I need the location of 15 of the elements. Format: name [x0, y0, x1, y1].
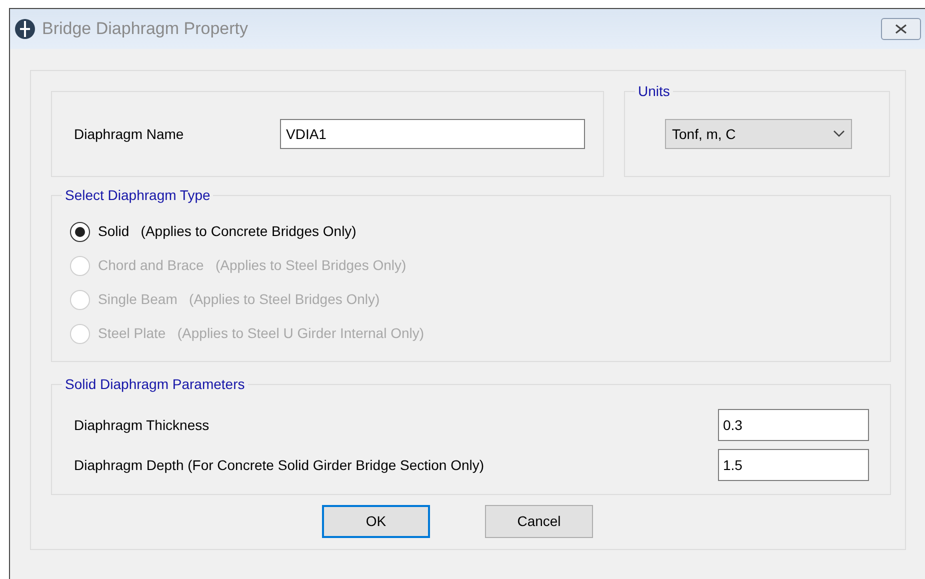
close-icon [895, 24, 907, 34]
field-label: Diaphragm Name [74, 124, 185, 144]
window-title: Bridge Diaphragm Property [42, 18, 248, 40]
field-label: Diaphragm Thickness [74, 416, 210, 435]
radio-option[interactable]: Solid (Applies to Concrete Bridges Only) [70, 220, 890, 243]
number-field[interactable]: 1.5 [718, 449, 869, 481]
field-label: Diaphragm Depth (For Concrete Solid Girder Bridge Section Only) [74, 456, 484, 475]
name-field[interactable]: VDIA1 [280, 119, 585, 149]
app-logo-icon [14, 18, 36, 40]
number-field[interactable]: 0.3 [718, 409, 869, 441]
dialog-button[interactable]: OK [322, 505, 430, 538]
dialog-button[interactable]: Cancel [485, 505, 593, 538]
close-button[interactable] [881, 18, 921, 40]
chevron-down-icon [833, 130, 845, 138]
units-dropdown[interactable]: Tonf, m, C [665, 119, 852, 149]
